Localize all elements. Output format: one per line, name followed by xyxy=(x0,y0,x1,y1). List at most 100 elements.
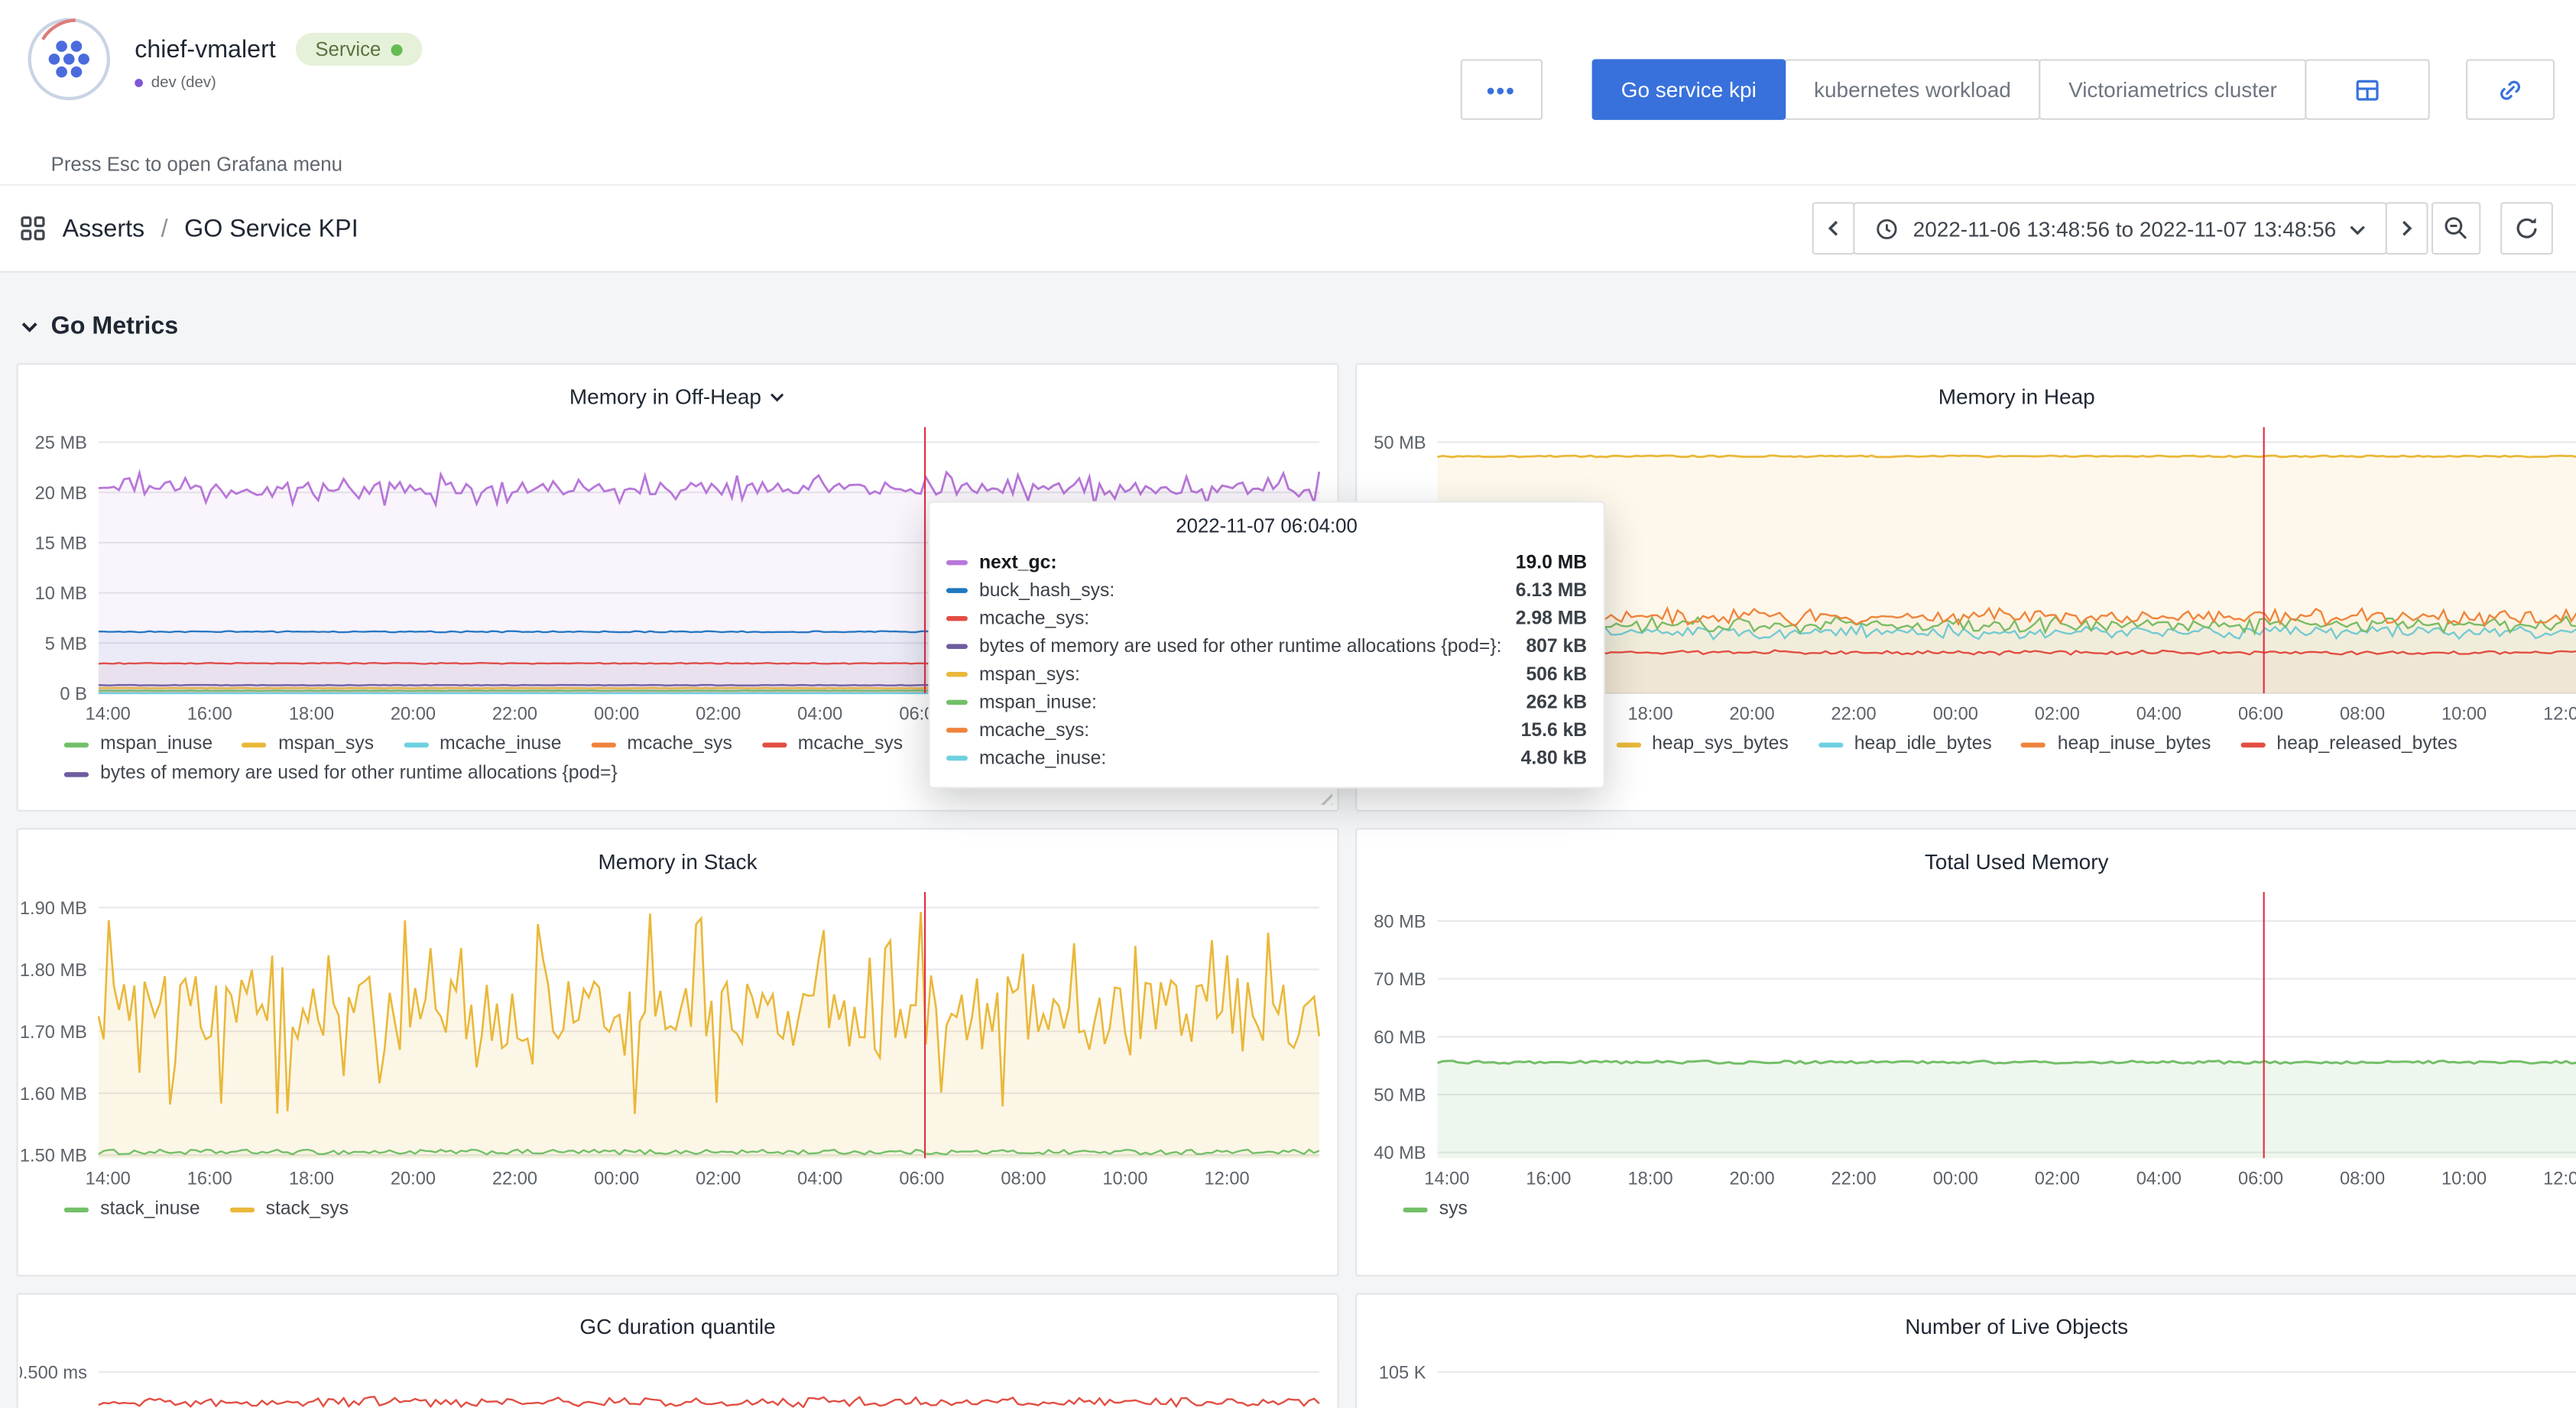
svg-text:0.500 ms: 0.500 ms xyxy=(20,1364,87,1384)
svg-text:08:00: 08:00 xyxy=(2340,1170,2385,1189)
chart-gc-duration-quantile[interactable]: 0.500 ms14:0016:0018:0020:0022:0000:0002… xyxy=(20,1344,1336,1408)
svg-text:16:00: 16:00 xyxy=(1526,1170,1571,1189)
svg-text:12:00: 12:00 xyxy=(1205,1170,1250,1189)
svg-text:1.70 MB: 1.70 MB xyxy=(20,1023,87,1043)
panel-total-used-memory: Total Used Memory 80 MB70 MB60 MB50 MB40 … xyxy=(1355,828,2576,1277)
panel-title-total-used-memory[interactable]: Total Used Memory xyxy=(1357,829,2576,878)
legend-swatch xyxy=(591,742,615,747)
time-shift-forward-button[interactable] xyxy=(2386,202,2428,255)
dashboard-grid-button[interactable] xyxy=(2305,59,2429,120)
svg-text:14:00: 14:00 xyxy=(86,704,131,724)
svg-text:20:00: 20:00 xyxy=(1730,1170,1775,1189)
apps-grid-icon[interactable] xyxy=(20,216,46,242)
svg-text:04:00: 04:00 xyxy=(2136,704,2182,724)
legend-item-mspan-inuse[interactable]: mspan_inuse xyxy=(64,733,213,758)
panel-title-memory-in-off-heap[interactable]: Memory in Off-Heap xyxy=(18,365,1338,414)
svg-text:0 B: 0 B xyxy=(60,685,86,705)
tooltip-row-mspan-inuse: mspan_inuse:262 kB xyxy=(946,689,1587,717)
series-marker-icon xyxy=(946,560,968,565)
legend-item-heap-idle-bytes[interactable]: heap_idle_bytes xyxy=(1818,733,1991,758)
svg-text:18:00: 18:00 xyxy=(289,704,334,724)
zoom-out-button[interactable] xyxy=(2432,202,2480,255)
svg-text:22:00: 22:00 xyxy=(492,704,537,724)
chart-memory-in-stack[interactable]: 1.90 MB1.80 MB1.70 MB1.60 MB1.50 MB14:00… xyxy=(20,879,1336,1195)
section-title: Go Metrics xyxy=(51,312,179,340)
legend-item-mcache-sys[interactable]: mcache_sys xyxy=(591,733,732,758)
svg-text:25 MB: 25 MB xyxy=(35,433,87,453)
panel-resize-handle[interactable] xyxy=(1316,789,1332,805)
tab-go-service-kpi[interactable]: Go service kpi xyxy=(1591,59,1786,120)
panel-title-memory-in-heap[interactable]: Memory in Heap xyxy=(1357,365,2576,414)
svg-text:04:00: 04:00 xyxy=(2136,1170,2182,1189)
tab-victoriametrics-cluster[interactable]: Victoriametrics cluster xyxy=(2039,59,2306,120)
legend-item-sys[interactable]: sys xyxy=(1403,1198,1467,1222)
svg-text:02:00: 02:00 xyxy=(696,704,741,724)
service-title: chief-vmalert xyxy=(135,35,276,63)
svg-text:06:00: 06:00 xyxy=(899,1170,944,1189)
legend-swatch xyxy=(229,1208,254,1212)
more-options-button[interactable]: ••• xyxy=(1460,59,1542,120)
panel-title-text: GC duration quantile xyxy=(579,1313,775,1338)
legend-swatch xyxy=(1818,742,1842,747)
legend-swatch xyxy=(762,742,787,747)
svg-text:15 MB: 15 MB xyxy=(35,534,87,553)
legend-item-mcache-sys[interactable]: mcache_sys xyxy=(762,733,904,758)
legend-swatch xyxy=(1616,742,1640,747)
svg-text:60 MB: 60 MB xyxy=(1374,1028,1426,1048)
panel-title-number-of-live-objects[interactable]: Number of Live Objects xyxy=(1357,1295,2576,1344)
svg-text:20:00: 20:00 xyxy=(1730,704,1775,724)
time-range-picker[interactable]: 2022-11-06 13:48:56 to 2022-11-07 13:48:… xyxy=(1854,202,2387,255)
svg-text:08:00: 08:00 xyxy=(1001,1170,1046,1189)
service-identity: chief-vmalert Service dev (dev) xyxy=(135,16,422,92)
legend-swatch xyxy=(404,742,428,747)
svg-text:00:00: 00:00 xyxy=(594,1170,639,1189)
legend-item-heap-released-bytes[interactable]: heap_released_bytes xyxy=(2240,733,2458,758)
tooltip-row-buck-hash-sys: buck_hash_sys:6.13 MB xyxy=(946,576,1587,605)
time-shift-back-button[interactable] xyxy=(1813,202,1856,255)
time-controls: 2022-11-06 13:48:56 to 2022-11-07 13:48:… xyxy=(1815,202,2553,255)
dashboard-toolbar: Asserts / GO Service KPI 2022-11-06 13:4… xyxy=(0,184,2576,273)
service-logo-icon xyxy=(26,16,112,102)
legend-item-heap-sys-bytes[interactable]: heap_sys_bytes xyxy=(1616,733,1789,758)
svg-text:10:00: 10:00 xyxy=(1102,1170,1147,1189)
series-marker-icon xyxy=(946,756,968,761)
svg-text:10 MB: 10 MB xyxy=(35,584,87,604)
breadcrumb: Asserts / GO Service KPI xyxy=(20,214,358,242)
legend-item-mspan-sys[interactable]: mspan_sys xyxy=(242,733,374,758)
legend-item-stack-sys[interactable]: stack_sys xyxy=(229,1198,349,1222)
service-type-badge: Service xyxy=(296,33,423,66)
panel-title-text: Memory in Stack xyxy=(599,848,758,873)
svg-text:1.90 MB: 1.90 MB xyxy=(20,899,87,919)
share-link-button[interactable] xyxy=(2466,59,2555,120)
svg-text:12:00: 12:00 xyxy=(2543,704,2576,724)
legend-item-mcache-inuse[interactable]: mcache_inuse xyxy=(404,733,562,758)
tab-kubernetes-workload[interactable]: kubernetes workload xyxy=(1784,59,2040,120)
breadcrumb-page: GO Service KPI xyxy=(184,214,358,242)
svg-text:1.80 MB: 1.80 MB xyxy=(20,961,87,981)
chevron-left-icon xyxy=(1825,217,1844,240)
refresh-button[interactable] xyxy=(2500,202,2553,255)
legend-item-heap-inuse-bytes[interactable]: heap_inuse_bytes xyxy=(2021,733,2211,758)
breadcrumb-root[interactable]: Asserts xyxy=(63,214,144,242)
svg-text:20:00: 20:00 xyxy=(391,1170,436,1189)
series-marker-icon xyxy=(946,728,968,732)
svg-text:00:00: 00:00 xyxy=(1933,1170,1978,1189)
tooltip-row-mspan-sys: mspan_sys:506 kB xyxy=(946,660,1587,689)
panel-title-text: Total Used Memory xyxy=(1925,848,2109,873)
tooltip-row-mcache-inuse: mcache_inuse:4.80 kB xyxy=(946,745,1587,773)
svg-text:14:00: 14:00 xyxy=(86,1170,131,1189)
refresh-icon xyxy=(2513,216,2539,242)
section-go-metrics[interactable]: Go Metrics xyxy=(0,273,2576,363)
svg-text:02:00: 02:00 xyxy=(2035,1170,2080,1189)
legend-item-bytes-of-memory-are-used-for-other-runti[interactable]: bytes of memory are used for other runti… xyxy=(64,762,618,787)
svg-text:105 K: 105 K xyxy=(1379,1364,1426,1384)
chart-number-of-live-objects[interactable]: 105 K14:0016:0018:0020:0022:0000:0002:00… xyxy=(1358,1344,2576,1408)
panel-title-memory-in-stack[interactable]: Memory in Stack xyxy=(18,829,1338,878)
header-actions: ••• Go service kpikubernetes workloadVic… xyxy=(1460,59,2555,120)
legend-item-stack-inuse[interactable]: stack_inuse xyxy=(64,1198,200,1222)
svg-text:02:00: 02:00 xyxy=(2035,704,2080,724)
panel-title-gc-duration-quantile[interactable]: GC duration quantile xyxy=(18,1295,1338,1344)
svg-text:04:00: 04:00 xyxy=(797,1170,842,1189)
chart-total-used-memory[interactable]: 80 MB70 MB60 MB50 MB40 MB14:0016:0018:00… xyxy=(1358,879,2576,1195)
legend-swatch xyxy=(2021,742,2046,747)
